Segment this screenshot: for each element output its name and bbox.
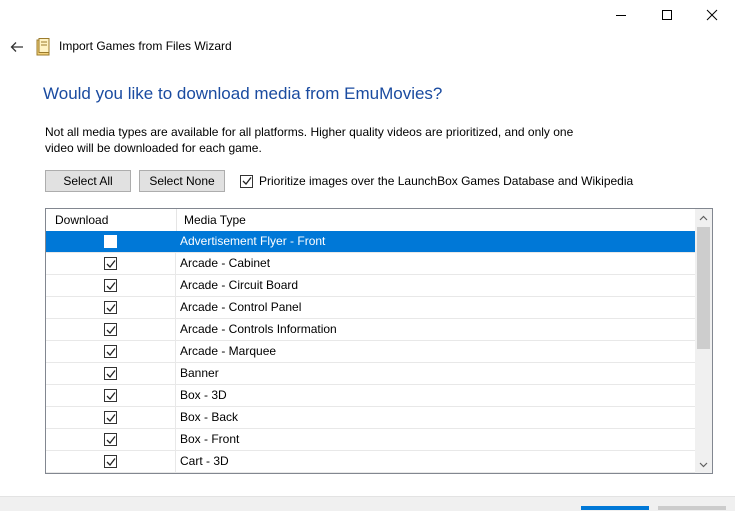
download-cell	[46, 319, 176, 340]
vertical-scrollbar[interactable]	[695, 209, 712, 473]
table-row[interactable]: Banner	[46, 363, 696, 385]
window-title: Import Games from Files Wizard	[59, 39, 232, 53]
minimize-icon	[616, 15, 626, 16]
grid-header: Download Media Type	[46, 209, 696, 232]
media-type-cell: Box - Back	[180, 410, 239, 424]
checkmark-icon	[106, 413, 116, 422]
prioritize-images-label: Prioritize images over the LaunchBox Gam…	[259, 174, 634, 188]
table-row[interactable]: Arcade - Marquee	[46, 341, 696, 363]
column-header-media-type[interactable]: Media Type	[184, 209, 246, 231]
chevron-down-icon	[699, 462, 708, 467]
cancel-button[interactable]	[658, 506, 726, 510]
checkmark-icon	[106, 281, 116, 290]
table-row[interactable]: Cart - 3D	[46, 451, 696, 473]
media-type-grid[interactable]: Download Media Type Advertisement Flyer …	[45, 208, 713, 474]
download-checkbox[interactable]	[104, 455, 117, 468]
table-row[interactable]: Advertisement Flyer - Front	[46, 231, 696, 253]
download-checkbox[interactable]	[104, 323, 117, 336]
download-cell	[46, 341, 176, 362]
wizard-app-icon	[36, 38, 52, 56]
download-cell	[46, 385, 176, 406]
prioritize-images-option[interactable]: Prioritize images over the LaunchBox Gam…	[240, 174, 633, 188]
select-none-button[interactable]: Select None	[139, 170, 225, 192]
chevron-up-icon	[699, 215, 708, 220]
download-checkbox[interactable]	[104, 257, 117, 270]
checkmark-icon	[242, 177, 252, 185]
download-checkbox[interactable]	[104, 301, 117, 314]
select-all-button[interactable]: Select All	[45, 170, 131, 192]
table-row[interactable]: Arcade - Circuit Board	[46, 275, 696, 297]
table-row[interactable]: Arcade - Controls Information	[46, 319, 696, 341]
download-cell	[46, 275, 176, 296]
grid-rows: Advertisement Flyer - Front Arcade - Cabi…	[46, 231, 696, 473]
media-type-cell: Box - 3D	[180, 388, 227, 402]
download-checkbox[interactable]	[104, 433, 117, 446]
download-checkbox[interactable]	[104, 235, 117, 248]
media-type-cell: Arcade - Cabinet	[180, 256, 271, 270]
page-description: Not all media types are available for al…	[45, 125, 574, 155]
download-checkbox[interactable]	[104, 389, 117, 402]
download-cell	[46, 407, 176, 428]
download-cell	[46, 297, 176, 318]
scrollbar-thumb[interactable]	[697, 227, 710, 349]
checkmark-icon	[106, 259, 116, 268]
checkmark-icon	[106, 435, 116, 444]
column-header-download[interactable]: Download	[55, 209, 108, 231]
media-type-cell: Cart - 3D	[180, 454, 229, 468]
download-cell	[46, 253, 176, 274]
back-arrow-icon	[10, 42, 23, 52]
scroll-down-button[interactable]	[695, 456, 712, 473]
checkmark-icon	[106, 391, 116, 400]
media-type-cell: Banner	[180, 366, 219, 380]
checkmark-icon	[106, 347, 116, 356]
download-cell	[46, 231, 176, 252]
maximize-button[interactable]	[644, 0, 690, 30]
next-button[interactable]	[581, 506, 649, 510]
media-type-cell: Arcade - Circuit Board	[180, 278, 299, 292]
checkmark-icon	[106, 369, 116, 378]
table-row[interactable]: Arcade - Cabinet	[46, 253, 696, 275]
minimize-button[interactable]	[598, 0, 644, 30]
scroll-up-button[interactable]	[695, 209, 712, 226]
checkmark-icon	[106, 457, 116, 466]
table-row[interactable]: Box - Front	[46, 429, 696, 451]
table-row[interactable]: Box - 3D	[46, 385, 696, 407]
page-heading: Would you like to download media from Em…	[43, 84, 443, 103]
media-type-cell: Advertisement Flyer - Front	[180, 234, 326, 248]
prioritize-images-checkbox[interactable]	[240, 174, 253, 188]
checkmark-icon	[106, 303, 116, 312]
maximize-icon	[662, 10, 672, 20]
download-checkbox[interactable]	[104, 279, 117, 292]
media-type-cell: Arcade - Marquee	[180, 344, 277, 358]
media-type-cell: Box - Front	[180, 432, 240, 446]
download-checkbox[interactable]	[104, 345, 117, 358]
download-cell	[46, 363, 176, 384]
download-checkbox[interactable]	[104, 367, 117, 380]
download-cell	[46, 451, 176, 472]
close-button[interactable]	[689, 0, 735, 30]
media-type-cell: Arcade - Controls Information	[180, 322, 337, 336]
media-type-cell: Arcade - Control Panel	[180, 300, 302, 314]
download-cell	[46, 429, 176, 450]
close-icon	[706, 9, 718, 21]
back-button[interactable]	[6, 36, 28, 58]
table-row[interactable]: Box - Back	[46, 407, 696, 429]
download-checkbox[interactable]	[104, 411, 117, 424]
checkmark-icon	[106, 237, 116, 246]
table-row[interactable]: Arcade - Control Panel	[46, 297, 696, 319]
checkmark-icon	[106, 325, 116, 334]
